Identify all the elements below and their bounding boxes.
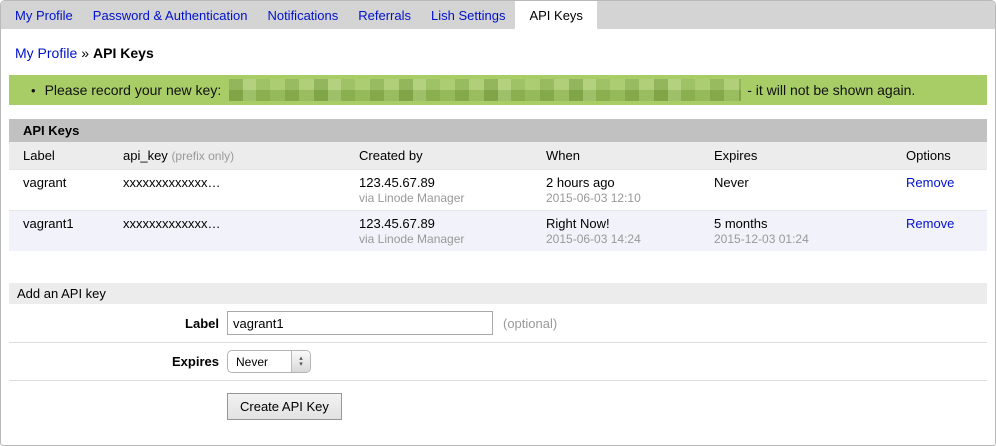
col-header-expires: Expires	[700, 142, 892, 170]
key-expires-timestamp: 2015-12-03 01:24	[714, 232, 888, 246]
key-when: Right Now! 2015-06-03 14:24	[532, 211, 700, 252]
key-expires: Never	[700, 170, 892, 211]
tab-notifications[interactable]: Notifications	[257, 1, 348, 29]
table-row: vagrant1 xxxxxxxxxxxxx… 123.45.67.89 via…	[9, 211, 987, 252]
submit-row: Create API Key	[9, 381, 987, 420]
breadcrumb-current: API Keys	[93, 45, 154, 61]
key-created-by: 123.45.67.89 via Linode Manager	[345, 211, 532, 252]
remove-key-link[interactable]: Remove	[906, 175, 954, 190]
key-label: vagrant1	[9, 211, 109, 252]
breadcrumb-my-profile-link[interactable]: My Profile	[15, 45, 77, 61]
col-header-when: When	[532, 142, 700, 170]
key-options: Remove	[892, 211, 987, 252]
key-when-timestamp: 2015-06-03 14:24	[546, 232, 696, 246]
remove-key-link[interactable]: Remove	[906, 216, 954, 231]
tab-my-profile[interactable]: My Profile	[5, 1, 83, 29]
tab-referrals[interactable]: Referrals	[348, 1, 421, 29]
tab-password-authentication[interactable]: Password & Authentication	[83, 1, 258, 29]
breadcrumb: My Profile»API Keys	[1, 29, 995, 73]
api-keys-table: Label api_key (prefix only) Created by W…	[9, 142, 987, 251]
tab-lish-settings[interactable]: Lish Settings	[421, 1, 515, 29]
label-optional-note: (optional)	[503, 316, 557, 331]
key-expires: 5 months 2015-12-03 01:24	[700, 211, 892, 252]
col-header-api-key-note: (prefix only)	[171, 149, 234, 163]
expires-select-value: Never	[228, 355, 291, 369]
key-label: vagrant	[9, 170, 109, 211]
tab-bar: My Profile Password & Authentication Not…	[1, 1, 995, 29]
create-api-key-button[interactable]: Create API Key	[227, 393, 342, 420]
key-when: 2 hours ago 2015-06-03 12:10	[532, 170, 700, 211]
breadcrumb-separator: »	[81, 45, 89, 61]
col-header-created-by: Created by	[345, 142, 532, 170]
select-stepper-icon: ▴▾	[291, 351, 310, 372]
label-input[interactable]	[227, 311, 493, 335]
api-keys-table-title: API Keys	[9, 119, 987, 142]
table-header-row: Label api_key (prefix only) Created by W…	[9, 142, 987, 170]
add-api-key-title: Add an API key	[9, 283, 987, 304]
key-when-timestamp: 2015-06-03 12:10	[546, 191, 696, 205]
tab-api-keys[interactable]: API Keys	[515, 1, 596, 29]
notice-prefix-text: Please record your new key:	[45, 82, 222, 98]
col-header-label: Label	[9, 142, 109, 170]
label-form-row: Label (optional)	[9, 304, 987, 343]
expires-field-label: Expires	[9, 354, 219, 369]
key-created-via: via Linode Manager	[359, 191, 528, 205]
key-created-via: via Linode Manager	[359, 232, 528, 246]
col-header-api-key: api_key (prefix only)	[109, 142, 345, 170]
key-created-by: 123.45.67.89 via Linode Manager	[345, 170, 532, 211]
api-keys-table-section: API Keys Label api_key (prefix only) Cre…	[9, 119, 987, 251]
key-options: Remove	[892, 170, 987, 211]
add-api-key-section: Add an API key Label (optional) Expires …	[9, 283, 987, 420]
new-key-notice: • Please record your new key: - it will …	[9, 75, 987, 105]
notice-suffix-text: - it will not be shown again.	[747, 82, 915, 98]
expires-select[interactable]: Never ▴▾	[227, 350, 311, 373]
profile-window: My Profile Password & Authentication Not…	[0, 0, 996, 446]
expires-form-row: Expires Never ▴▾	[9, 343, 987, 381]
notice-bullet: •	[31, 83, 36, 98]
label-field-label: Label	[9, 316, 219, 331]
redacted-api-key	[229, 79, 741, 101]
key-prefix: xxxxxxxxxxxxx…	[109, 211, 345, 252]
col-header-options: Options	[892, 142, 987, 170]
table-row: vagrant xxxxxxxxxxxxx… 123.45.67.89 via …	[9, 170, 987, 211]
key-prefix: xxxxxxxxxxxxx…	[109, 170, 345, 211]
